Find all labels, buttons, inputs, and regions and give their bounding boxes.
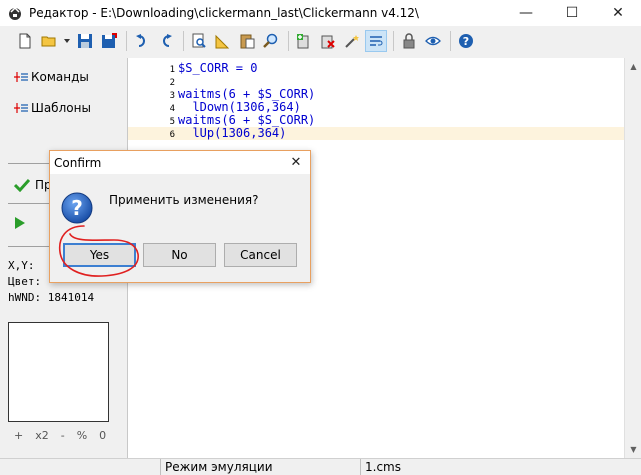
code-text: waitms(6 + $S_CORR)	[178, 113, 316, 127]
title-bar: Редактор - E:\Downloading\clickermann_la…	[0, 0, 641, 26]
window-title: Редактор - E:\Downloading\clickermann_la…	[29, 6, 419, 20]
toolbar: ?	[0, 28, 641, 54]
dialog-close-button[interactable]: ✕	[282, 151, 310, 174]
folder-open-icon	[41, 36, 56, 47]
window-controls: — ☐ ✕	[503, 0, 641, 26]
hwnd-readout: hWND: 1841014	[8, 291, 95, 304]
zoom-reset-button[interactable]: 0	[99, 429, 106, 442]
yes-button[interactable]: Yes	[63, 243, 136, 267]
save-as-icon	[102, 33, 117, 48]
code-text: waitms(6 + $S_CORR)	[178, 87, 316, 101]
minimize-button[interactable]: —	[503, 0, 549, 26]
toolbar-separator	[450, 31, 451, 51]
help-button[interactable]: ?	[455, 30, 477, 52]
new-file-button[interactable]	[14, 30, 36, 52]
ruler-icon	[215, 34, 230, 49]
dialog-message: Применить изменения?	[109, 193, 259, 207]
zoom-out-button[interactable]: -	[61, 429, 65, 442]
save-as-button[interactable]	[98, 30, 120, 52]
editor-scrollbar[interactable]: ▲ ▼	[624, 58, 641, 458]
checkmark-icon	[14, 178, 30, 192]
redo-icon	[163, 34, 172, 47]
templates-icon	[14, 103, 28, 113]
coords-readout: X,Y:	[8, 259, 35, 272]
add-script-button[interactable]	[293, 30, 315, 52]
wand-button[interactable]	[341, 30, 363, 52]
svg-text:?: ?	[463, 35, 469, 48]
close-icon: ✕	[290, 155, 302, 170]
status-bar: Режим эмуляции 1.cms	[0, 458, 641, 475]
minimize-icon: —	[519, 5, 533, 21]
wrap-icon	[370, 36, 383, 46]
sidebar-item-label: Шаблоны	[31, 101, 91, 115]
sidebar-item-commands[interactable]: Команды	[14, 70, 89, 84]
delete-script-button[interactable]	[317, 30, 339, 52]
open-dropdown-button[interactable]	[62, 30, 72, 52]
dialog-title: Confirm	[54, 155, 102, 170]
maximize-button[interactable]: ☐	[549, 0, 595, 26]
redo-button[interactable]	[155, 30, 177, 52]
undo-button[interactable]	[131, 30, 153, 52]
ruler-button[interactable]	[212, 30, 234, 52]
sidebar-item-templates[interactable]: Шаблоны	[14, 101, 91, 115]
eye-icon	[425, 36, 441, 46]
zoom-percent-button[interactable]: %	[77, 429, 87, 442]
code-text: $S_CORR = 0	[178, 61, 258, 75]
code-text: lUp(1306,364)	[178, 126, 287, 140]
play-button[interactable]	[14, 216, 26, 233]
code-line: 1 $S_CORR = 0	[128, 61, 625, 76]
scroll-up-icon[interactable]: ▲	[625, 58, 641, 75]
toolbar-separator	[288, 31, 289, 51]
wand-icon	[345, 35, 359, 48]
svg-text:?: ?	[71, 196, 83, 220]
find-button[interactable]	[188, 30, 210, 52]
find-icon	[192, 33, 206, 48]
help-icon: ?	[459, 34, 473, 48]
add-script-icon	[297, 34, 309, 49]
paste-icon	[240, 34, 255, 49]
close-button[interactable]: ✕	[595, 0, 641, 26]
color-readout: Цвет:	[8, 275, 42, 288]
zoom-controls: + x2 - % 0	[14, 429, 106, 442]
code-line-current: 6 lUp(1306,364)	[128, 127, 625, 140]
scroll-down-icon[interactable]: ▼	[625, 441, 641, 458]
chevron-down-icon	[64, 39, 70, 43]
wrap-button[interactable]	[365, 30, 387, 52]
lock-icon	[403, 33, 415, 49]
commands-icon	[14, 72, 28, 82]
search-button[interactable]	[260, 30, 282, 52]
close-icon: ✕	[612, 5, 624, 21]
save-button[interactable]	[74, 30, 96, 52]
search-icon	[263, 33, 278, 48]
zoom-preview	[8, 322, 109, 422]
toolbar-separator	[183, 31, 184, 51]
sidebar-item-label: Команды	[31, 70, 89, 84]
confirm-dialog: Confirm ✕ ? Применить изменения? Yes No …	[49, 150, 311, 283]
dialog-title-bar: Confirm ✕	[50, 151, 310, 174]
lock-button[interactable]	[398, 30, 420, 52]
zoom-in-button[interactable]: +	[14, 429, 23, 442]
apply-button[interactable]: Пр	[14, 178, 52, 192]
delete-script-icon	[321, 35, 335, 49]
paste-button[interactable]	[236, 30, 258, 52]
status-file: 1.cms	[360, 459, 641, 475]
new-file-icon	[19, 33, 31, 49]
status-mode: Режим эмуляции	[160, 459, 360, 475]
question-icon: ?	[61, 192, 93, 224]
undo-icon	[136, 34, 145, 47]
toolbar-separator	[126, 31, 127, 51]
code-text: lDown(1306,364)	[178, 100, 301, 114]
save-icon	[78, 34, 92, 48]
play-icon	[15, 217, 25, 229]
line-number: 6	[169, 130, 175, 140]
view-button[interactable]	[422, 30, 444, 52]
open-file-button[interactable]	[38, 30, 60, 52]
cancel-button[interactable]: Cancel	[224, 243, 297, 267]
zoom-x2-button[interactable]: x2	[35, 429, 49, 442]
no-button[interactable]: No	[143, 243, 216, 267]
toolbar-separator	[393, 31, 394, 51]
app-logo-icon	[9, 6, 21, 20]
maximize-icon: ☐	[565, 5, 579, 21]
